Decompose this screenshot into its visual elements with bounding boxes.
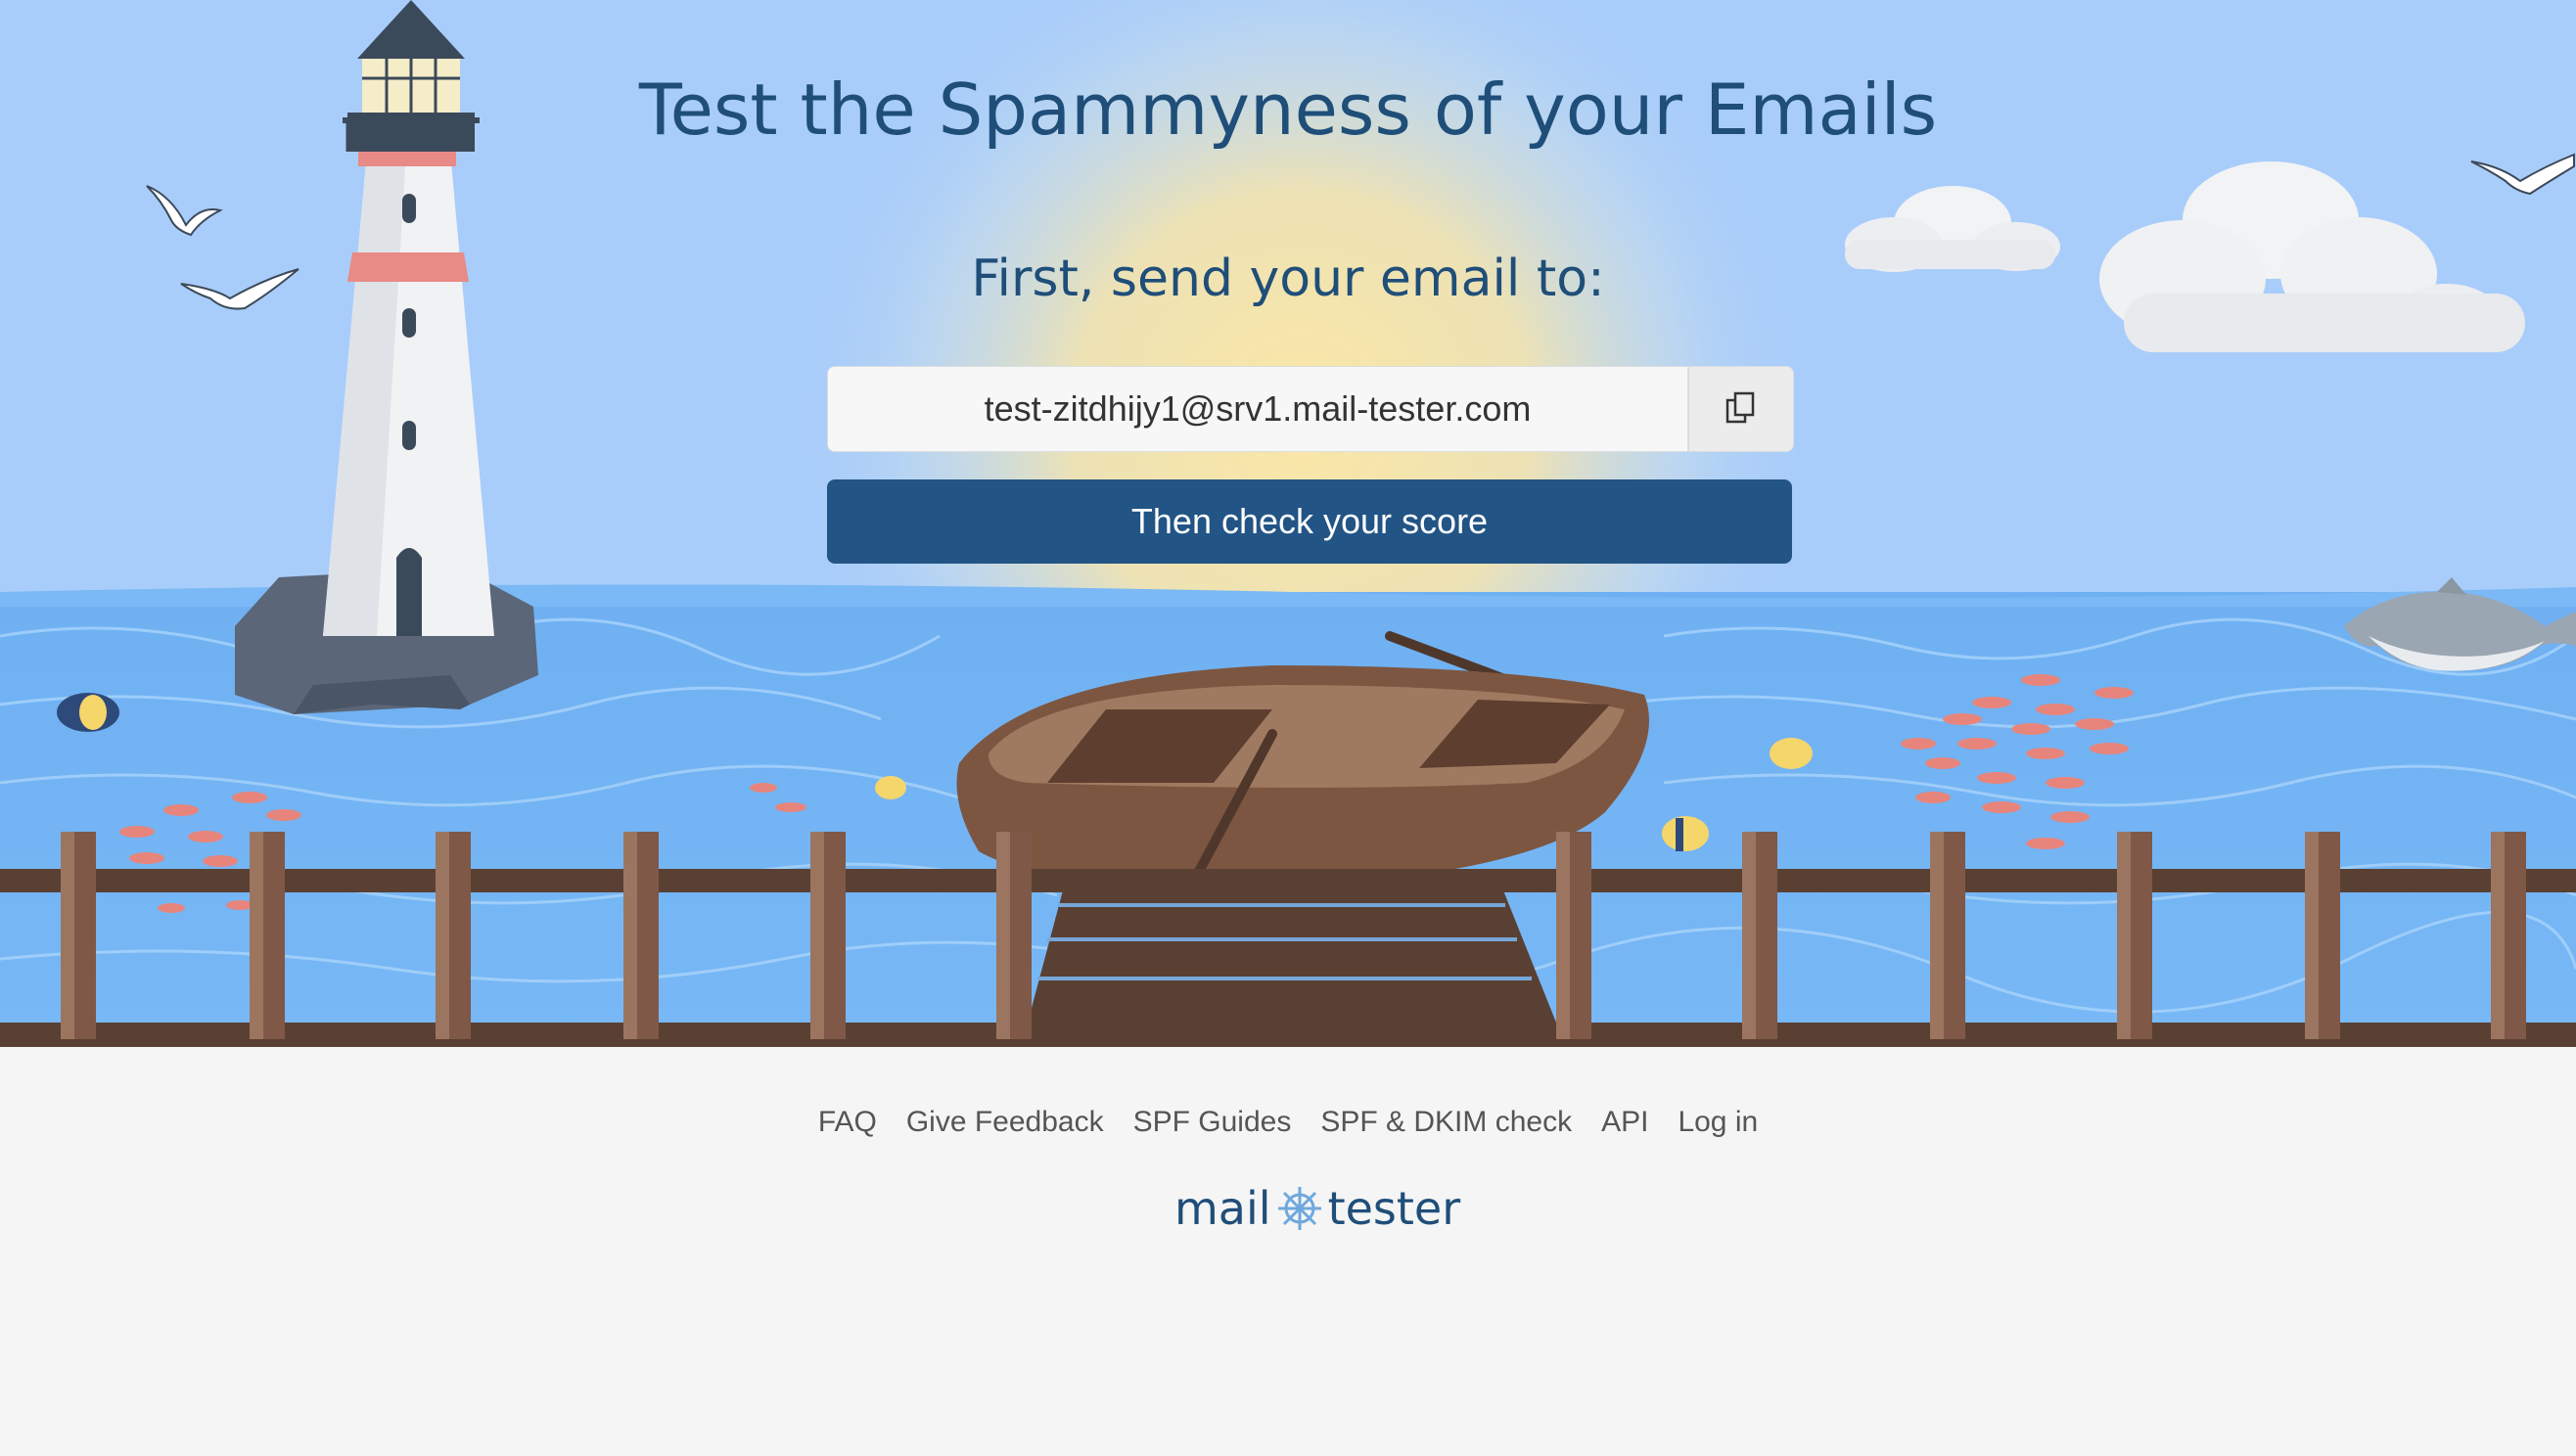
copy-icon [1722,388,1761,431]
footer-nav: FAQ Give Feedback SPF Guides SPF & DKIM … [0,1106,2576,1139]
footer-link-faq[interactable]: FAQ [818,1106,877,1139]
ship-wheel-icon [1275,1184,1324,1233]
footer-link-log-in[interactable]: Log in [1678,1106,1758,1139]
footer-link-spf-dkim-check[interactable]: SPF & DKIM check [1320,1106,1572,1139]
check-score-button[interactable]: Then check your score [827,479,1792,564]
footer-link-spf-guides[interactable]: SPF Guides [1133,1106,1292,1139]
copy-button[interactable] [1687,367,1793,451]
send-instruction: First, send your email to: [971,250,1605,308]
footer-link-api[interactable]: API [1601,1106,1648,1139]
logo-text-tester: tester [1327,1182,1461,1235]
mail-tester-logo[interactable]: mail tester [1174,1174,1460,1243]
email-address-group [827,366,1794,452]
footer-link-give-feedback[interactable]: Give Feedback [906,1106,1104,1139]
page-title: Test the Spammyness of your Emails [638,68,1938,151]
email-address-field[interactable] [828,367,1687,451]
logo-text-mail: mail [1174,1182,1271,1235]
